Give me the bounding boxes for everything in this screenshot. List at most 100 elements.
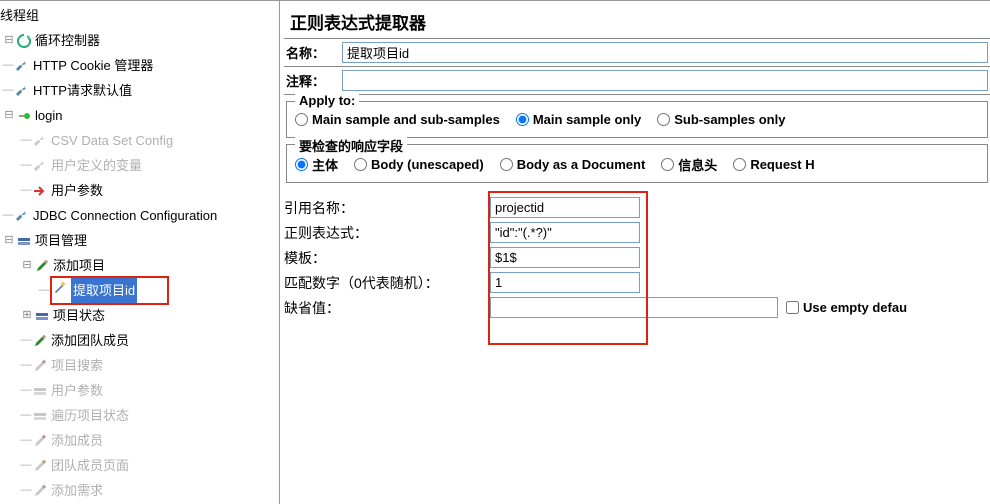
tree-item-label: 用户参数 <box>51 178 103 203</box>
tree-root[interactable]: 线程组 <box>0 3 279 28</box>
template-input[interactable] <box>490 247 640 268</box>
regex-label: 正则表达式： <box>284 223 490 243</box>
wand-icon <box>52 279 68 295</box>
response-field-radio[interactable] <box>295 158 308 171</box>
wrench-icon <box>32 133 48 149</box>
tree-leaf-dash: — <box>20 128 32 153</box>
response-field-radio[interactable] <box>733 158 746 171</box>
tree-item[interactable]: — CSV Data Set Config <box>0 128 279 153</box>
tree-leaf-dash: — <box>20 453 32 478</box>
template-label: 模板： <box>284 248 490 268</box>
response-field-title: 要检查的响应字段 <box>295 136 407 155</box>
response-field-label: 主体 <box>312 155 338 174</box>
response-field-radio[interactable] <box>354 158 367 171</box>
extractor-fields: 引用名称： 正则表达式： 模板： 匹配数字（0代表随机）： 缺省值： Us <box>284 193 907 322</box>
tree-item[interactable]: —添加成员 <box>0 428 279 453</box>
collapse-icon[interactable]: ⊟ <box>20 253 34 278</box>
comment-input[interactable] <box>342 70 988 91</box>
tree-leaf-dash: — <box>20 403 32 428</box>
apply-to-radio[interactable] <box>657 113 670 126</box>
apply-to-radio[interactable] <box>516 113 529 126</box>
response-field-option[interactable]: 主体 <box>295 155 338 174</box>
tree-item-label: CSV Data Set Config <box>51 128 173 153</box>
tree-panel: 线程组 ⊟ 循环控制器 — HTTP Cookie 管理器—HTTP请求默认值⊟log… <box>0 1 280 504</box>
response-field-label: Body (unescaped) <box>371 157 484 172</box>
tree-item[interactable]: — JDBC Connection Configuration <box>0 203 279 228</box>
match-num-input[interactable] <box>490 272 640 293</box>
pencil-icon <box>32 458 48 474</box>
stack-icon <box>16 233 32 249</box>
highlight-box-tree: 提取项目id <box>50 276 169 305</box>
apply-to-label: Main sample and sub-samples <box>312 112 500 127</box>
response-field-radio[interactable] <box>500 158 513 171</box>
tree-leaf-dash: — <box>20 378 32 403</box>
apply-to-option[interactable]: Main sample and sub-samples <box>295 112 500 127</box>
pencil-icon <box>32 333 48 349</box>
tree-item-label: JDBC Connection Configuration <box>33 203 217 228</box>
default-label: 缺省值： <box>284 298 490 318</box>
name-row: 名称： <box>284 39 990 67</box>
tree-item[interactable]: — HTTP Cookie 管理器 <box>0 53 279 78</box>
tree-leaf-dash: — <box>20 478 32 503</box>
response-field-option[interactable]: Request H <box>733 157 814 172</box>
response-field-option[interactable]: 信息头 <box>661 155 717 174</box>
tree-item[interactable]: — 添加团队成员 <box>0 328 279 353</box>
tree-item[interactable]: ⊟ 项目管理 <box>0 228 279 253</box>
use-empty-checkbox-row[interactable]: Use empty defau <box>786 300 907 315</box>
response-field-label: 信息头 <box>678 155 717 174</box>
dot-green-icon <box>16 108 32 124</box>
use-empty-label: Use empty defau <box>803 300 907 315</box>
response-field-radio[interactable] <box>661 158 674 171</box>
tree-item-label: 用户参数 <box>51 378 103 403</box>
regex-input[interactable] <box>490 222 640 243</box>
collapse-icon[interactable]: ⊟ <box>2 103 16 128</box>
tree-item[interactable]: —提取项目id <box>0 278 279 303</box>
default-input[interactable] <box>490 297 778 318</box>
tree-item[interactable]: —项目搜索 <box>0 353 279 378</box>
use-empty-checkbox[interactable] <box>786 301 799 314</box>
wrench-icon <box>14 58 30 74</box>
apply-to-option[interactable]: Sub-samples only <box>657 112 785 127</box>
response-field-option[interactable]: Body (unescaped) <box>354 157 484 172</box>
loop-icon <box>16 33 32 49</box>
tree-item-label: 用户定义的变量 <box>51 153 142 178</box>
tree-item[interactable]: — 用户定义的变量 <box>0 153 279 178</box>
pencil-icon <box>32 483 48 499</box>
tree-item[interactable]: — 遍历项目状态 <box>0 403 279 428</box>
stack-icon <box>34 308 50 324</box>
wrench-icon <box>32 158 48 174</box>
tree-item[interactable]: ⊞项目状态 <box>0 303 279 328</box>
tree-item[interactable]: ⊟login <box>0 103 279 128</box>
panel-title: 正则表达式提取器 <box>284 5 990 39</box>
ref-name-input[interactable] <box>490 197 640 218</box>
tree-item-label: 项目管理 <box>35 228 87 253</box>
apply-to-radio[interactable] <box>295 113 308 126</box>
tree-item-label: 循环控制器 <box>35 28 100 53</box>
tree-item[interactable]: — 用户参数 <box>0 378 279 403</box>
apply-to-label: Main sample only <box>533 112 641 127</box>
tree-item-label: 遍历项目状态 <box>51 403 129 428</box>
tree-item-label: 添加成员 <box>51 428 103 453</box>
tree-leaf-dash: — <box>20 328 32 353</box>
tree-item[interactable]: —用户参数 <box>0 178 279 203</box>
collapse-icon[interactable]: ⊟ <box>2 28 16 53</box>
tree-item[interactable]: ⊟添加项目 <box>0 253 279 278</box>
comment-label: 注释： <box>286 71 342 90</box>
tree-item[interactable]: ⊟ 循环控制器 <box>0 28 279 53</box>
arrow-red-icon <box>32 183 48 199</box>
tree-item[interactable]: —团队成员页面 <box>0 453 279 478</box>
tree-item[interactable]: —添加需求 <box>0 478 279 503</box>
tree-root-label: 线程组 <box>0 3 39 28</box>
expand-icon[interactable]: ⊞ <box>20 303 34 328</box>
tree-item[interactable]: —HTTP请求默认值 <box>0 78 279 103</box>
tree-leaf-dash: — <box>2 203 14 228</box>
apply-to-option[interactable]: Main sample only <box>516 112 641 127</box>
name-input[interactable] <box>342 42 988 63</box>
tree-leaf-dash: — <box>20 153 32 178</box>
tree-item-label: HTTP Cookie 管理器 <box>33 53 153 78</box>
tree-item-label: 添加团队成员 <box>51 328 129 353</box>
collapse-icon[interactable]: ⊟ <box>2 228 16 253</box>
response-field-label: Body as a Document <box>517 157 646 172</box>
response-field-option[interactable]: Body as a Document <box>500 157 646 172</box>
tree-leaf-dash: — <box>2 53 14 78</box>
